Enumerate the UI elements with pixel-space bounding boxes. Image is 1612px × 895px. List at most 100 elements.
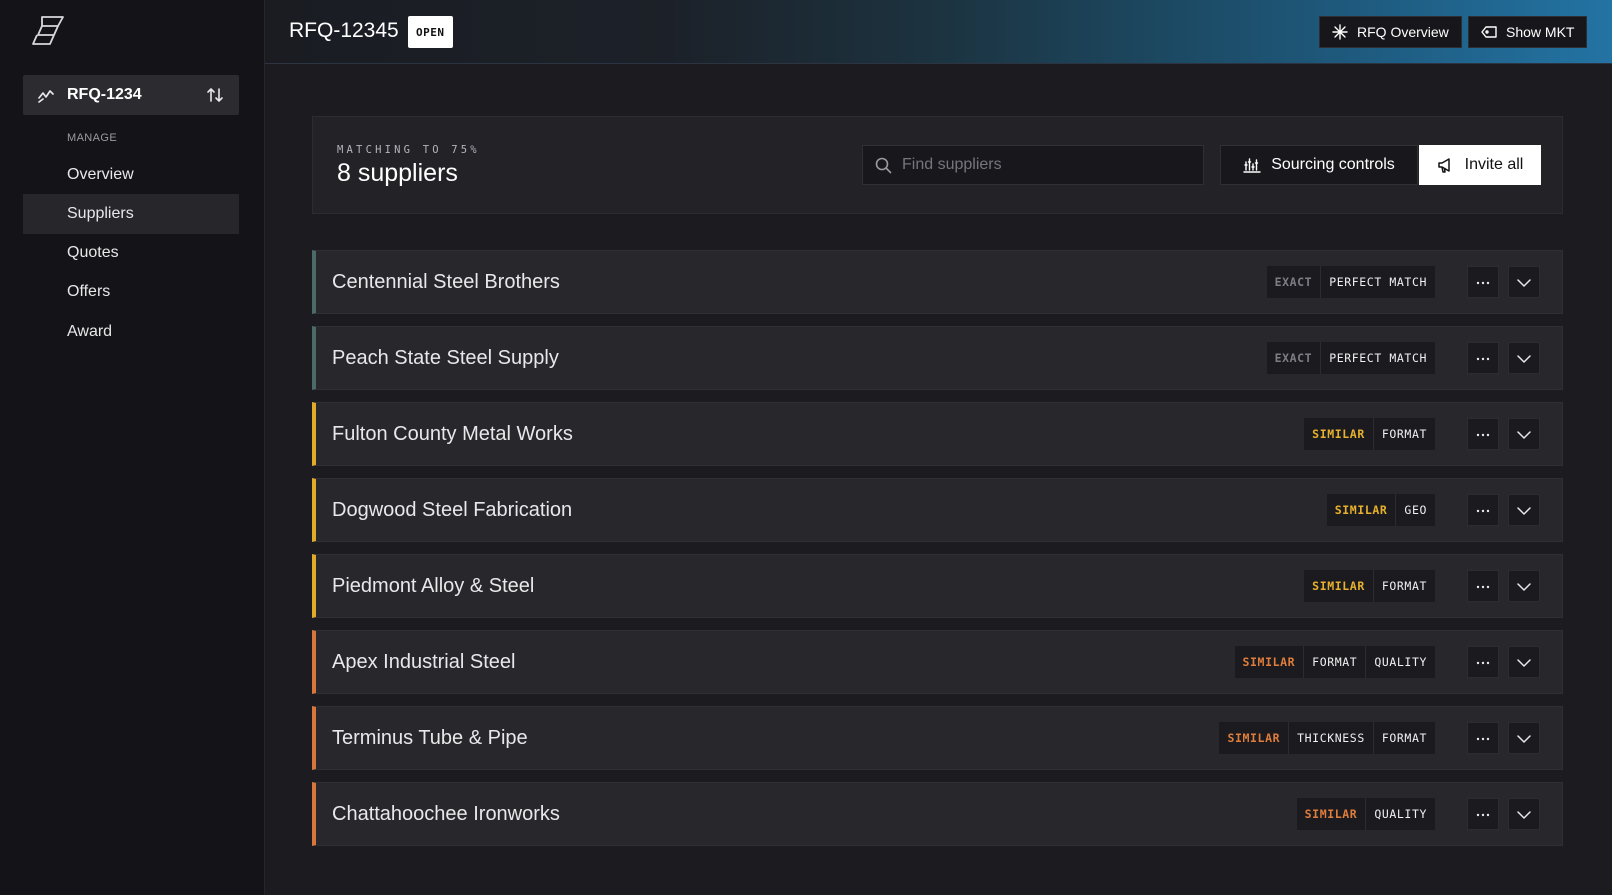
match-tags: SIMILAR FORMAT QUALITY bbox=[1234, 646, 1435, 678]
top-header: RFQ-12345 OPEN RFQ Overview Show MKT bbox=[265, 0, 1612, 64]
more-actions-button[interactable] bbox=[1467, 570, 1499, 602]
rfq-overview-label: RFQ Overview bbox=[1357, 24, 1449, 40]
more-icon bbox=[1476, 357, 1490, 361]
sidebar-item-overview[interactable]: Overview bbox=[23, 155, 239, 195]
match-tags: EXACT PERFECT MATCH bbox=[1266, 342, 1435, 374]
more-icon bbox=[1476, 737, 1490, 741]
supplier-row[interactable]: Peach State Steel Supply EXACT PERFECT MAT… bbox=[312, 326, 1563, 390]
tag-arrow-icon bbox=[1481, 26, 1497, 38]
supplier-row[interactable]: Fulton County Metal Works SIMILAR FORMAT bbox=[312, 402, 1563, 466]
invite-all-label: Invite all bbox=[1464, 156, 1524, 173]
supplier-row[interactable]: Apex Industrial Steel SIMILAR FORMAT QUALIT… bbox=[312, 630, 1563, 694]
status-badge: OPEN bbox=[408, 16, 453, 48]
sidebar-item-quotes[interactable]: Quotes bbox=[23, 233, 239, 273]
rfq-switcher[interactable]: RFQ-1234 bbox=[23, 75, 239, 115]
more-icon bbox=[1476, 509, 1490, 513]
supplier-name[interactable]: Centennial Steel Brothers bbox=[332, 271, 1267, 294]
match-reason-tag: FORMAT bbox=[1372, 570, 1435, 602]
supplier-name[interactable]: Chattahoochee Ironworks bbox=[332, 803, 1297, 826]
show-mkt-button[interactable]: Show MKT bbox=[1468, 16, 1588, 48]
sourcing-controls-button[interactable]: Sourcing controls bbox=[1220, 145, 1418, 185]
expand-row-button[interactable] bbox=[1508, 342, 1540, 374]
more-actions-button[interactable] bbox=[1467, 494, 1499, 526]
chevron-down-icon bbox=[1517, 279, 1531, 287]
expand-row-button[interactable] bbox=[1508, 494, 1540, 526]
match-type-badge: EXACT bbox=[1266, 342, 1321, 374]
match-reason-tag: FORMAT bbox=[1372, 722, 1435, 754]
app-logo-icon[interactable] bbox=[30, 14, 66, 50]
search-input[interactable] bbox=[902, 156, 1192, 174]
expand-row-button[interactable] bbox=[1508, 798, 1540, 830]
match-tags: EXACT PERFECT MATCH bbox=[1266, 266, 1435, 298]
invite-all-button[interactable]: Invite all bbox=[1419, 145, 1541, 185]
search-box[interactable] bbox=[862, 145, 1204, 185]
match-type-badge: SIMILAR bbox=[1234, 646, 1304, 678]
swap-sort-icon[interactable] bbox=[205, 85, 225, 105]
more-actions-button[interactable] bbox=[1467, 266, 1499, 298]
supplier-row[interactable]: Chattahoochee Ironworks SIMILAR QUALITY bbox=[312, 782, 1563, 846]
suppliers-count: 8 suppliers bbox=[337, 159, 458, 187]
chevron-down-icon bbox=[1517, 431, 1531, 439]
supplier-name[interactable]: Dogwood Steel Fabrication bbox=[332, 499, 1327, 522]
match-reason-tag: PERFECT MATCH bbox=[1320, 342, 1435, 374]
sidebar-item-suppliers[interactable]: Suppliers bbox=[23, 194, 239, 234]
megaphone-icon bbox=[1437, 158, 1450, 173]
match-tags: SIMILAR FORMAT bbox=[1304, 570, 1435, 602]
more-actions-button[interactable] bbox=[1467, 798, 1499, 830]
supplier-row[interactable]: Centennial Steel Brothers EXACT PERFECT MA… bbox=[312, 250, 1563, 314]
match-type-badge: SIMILAR bbox=[1304, 418, 1373, 450]
sliders-chart-icon bbox=[1243, 158, 1261, 173]
sourcing-controls-label: Sourcing controls bbox=[1271, 156, 1395, 173]
match-tags: SIMILAR FORMAT bbox=[1304, 418, 1435, 450]
sidebar-item-offers[interactable]: Offers bbox=[23, 272, 239, 312]
chevron-down-icon bbox=[1517, 507, 1531, 515]
match-tags: SIMILAR QUALITY bbox=[1296, 798, 1435, 830]
expand-row-button[interactable] bbox=[1508, 570, 1540, 602]
rfq-switcher-label: RFQ-1234 bbox=[67, 86, 142, 103]
rfq-overview-button[interactable]: RFQ Overview bbox=[1319, 16, 1462, 48]
chevron-down-icon bbox=[1517, 811, 1531, 819]
match-reason-tag: GEO bbox=[1395, 494, 1435, 526]
sparkle-icon bbox=[1332, 24, 1348, 40]
more-icon bbox=[1476, 813, 1490, 817]
chevron-down-icon bbox=[1517, 659, 1531, 667]
more-actions-button[interactable] bbox=[1467, 418, 1499, 450]
nav-section-manage: MANAGE bbox=[67, 132, 118, 144]
matching-threshold-label: MATCHING TO 75% bbox=[337, 144, 480, 156]
supplier-row[interactable]: Dogwood Steel Fabrication SIMILAR GEO bbox=[312, 478, 1563, 542]
match-tags: SIMILAR THICKNESS FORMAT bbox=[1219, 722, 1435, 754]
more-icon bbox=[1476, 585, 1490, 589]
match-type-badge: SIMILAR bbox=[1296, 798, 1366, 830]
expand-row-button[interactable] bbox=[1508, 722, 1540, 754]
expand-row-button[interactable] bbox=[1508, 418, 1540, 450]
match-reason-tag: THICKNESS bbox=[1288, 722, 1373, 754]
more-actions-button[interactable] bbox=[1467, 722, 1499, 754]
more-actions-button[interactable] bbox=[1467, 646, 1499, 678]
supplier-name[interactable]: Fulton County Metal Works bbox=[332, 423, 1304, 446]
match-type-badge: SIMILAR bbox=[1219, 722, 1289, 754]
supplier-name[interactable]: Piedmont Alloy & Steel bbox=[332, 575, 1304, 598]
more-icon bbox=[1476, 661, 1490, 665]
sidebar: RFQ-1234 MANAGE Overview Suppliers Quote… bbox=[0, 0, 265, 895]
supplier-row[interactable]: Piedmont Alloy & Steel SIMILAR FORMAT bbox=[312, 554, 1563, 618]
match-reason-tag: PERFECT MATCH bbox=[1320, 266, 1435, 298]
supplier-row[interactable]: Terminus Tube & Pipe SIMILAR THICKNESS FORM… bbox=[312, 706, 1563, 770]
expand-row-button[interactable] bbox=[1508, 646, 1540, 678]
chevron-down-icon bbox=[1517, 735, 1531, 743]
show-mkt-label: Show MKT bbox=[1506, 24, 1575, 40]
more-actions-button[interactable] bbox=[1467, 342, 1499, 374]
supplier-name[interactable]: Peach State Steel Supply bbox=[332, 347, 1267, 370]
match-reason-tag: FORMAT bbox=[1372, 418, 1435, 450]
activity-icon bbox=[38, 90, 54, 103]
supplier-name[interactable]: Terminus Tube & Pipe bbox=[332, 727, 1219, 750]
page-title: RFQ-12345 bbox=[289, 19, 399, 42]
match-type-badge: SIMILAR bbox=[1326, 494, 1396, 526]
match-tags: SIMILAR GEO bbox=[1326, 494, 1435, 526]
expand-row-button[interactable] bbox=[1508, 266, 1540, 298]
chevron-down-icon bbox=[1517, 583, 1531, 591]
sidebar-item-award[interactable]: Award bbox=[23, 312, 239, 352]
more-icon bbox=[1476, 281, 1490, 285]
match-reason-tag: FORMAT bbox=[1303, 646, 1366, 678]
search-icon bbox=[875, 157, 892, 173]
supplier-name[interactable]: Apex Industrial Steel bbox=[332, 651, 1235, 674]
